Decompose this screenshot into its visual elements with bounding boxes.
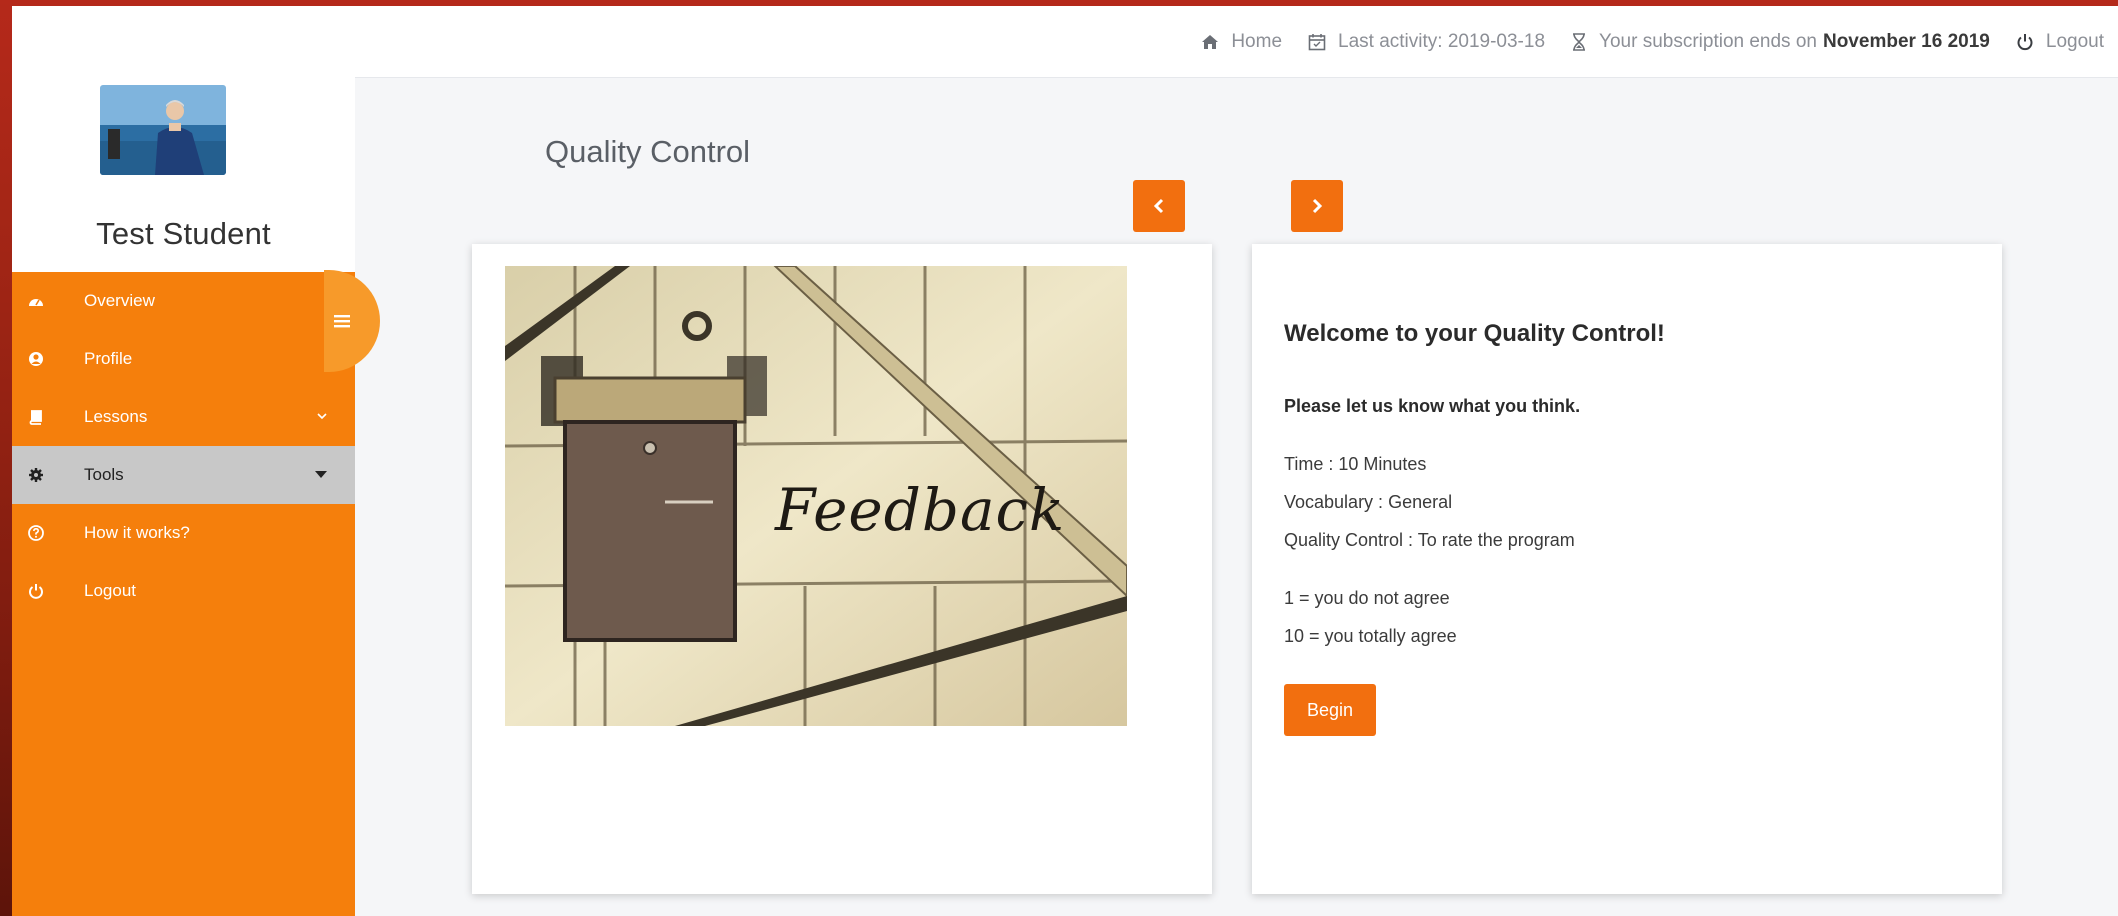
sidebar-menu: Overview Profile Lessons Tools How it wo… xyxy=(12,272,355,916)
begin-button[interactable]: Begin xyxy=(1284,684,1376,736)
info-time: Time : 10 Minutes xyxy=(1284,454,1427,474)
last-activity: Last activity: 2019-03-18 xyxy=(1308,31,1545,53)
sidebar-item-label: Tools xyxy=(84,465,124,484)
home-icon xyxy=(1202,34,1219,49)
scale-high: 10 = you totally agree xyxy=(1284,626,1457,646)
home-label: Home xyxy=(1231,30,1283,52)
intro-text: Please let us know what you think. xyxy=(1284,396,1581,416)
question-icon xyxy=(26,523,46,543)
sidebar-item-how-it-works[interactable]: How it works? xyxy=(12,504,355,562)
previous-button[interactable] xyxy=(1133,180,1185,232)
topbar-logout-link[interactable]: Logout xyxy=(2016,31,2104,53)
app-window: Home Last activity: 2019-03-18 Your subs… xyxy=(12,6,2118,916)
subscription-info: Your subscription ends on November 16 20… xyxy=(1571,31,1990,53)
topbar-logout-label: Logout xyxy=(2045,30,2104,52)
next-button[interactable] xyxy=(1291,180,1343,232)
profile-area: Test Student xyxy=(12,6,355,272)
sidebar-item-tools[interactable]: Tools xyxy=(12,446,355,504)
student-name: Test Student xyxy=(96,216,271,251)
last-activity-text: Last activity: 2019-03-18 xyxy=(1338,30,1546,52)
feedback-image: Feedback xyxy=(505,266,1127,726)
sidebar-item-label: How it works? xyxy=(84,523,190,542)
calendar-icon xyxy=(1308,33,1326,50)
sidebar-item-label: Overview xyxy=(84,291,155,310)
sidebar-item-label: Lessons xyxy=(84,407,148,426)
gear-icon xyxy=(26,465,46,485)
subscription-date: November 16 2019 xyxy=(1822,30,1990,52)
home-link[interactable]: Home xyxy=(1201,31,1282,53)
subscription-prefix: Your subscription ends on xyxy=(1599,30,1817,52)
feedback-image-text: Feedback xyxy=(775,476,1066,544)
sidebar-toggle-button[interactable] xyxy=(324,270,380,372)
info-vocabulary: Vocabulary : General xyxy=(1284,492,1453,512)
sidebar-item-profile[interactable]: Profile xyxy=(12,330,355,388)
avatar[interactable] xyxy=(100,85,226,175)
hourglass-icon xyxy=(1573,32,1586,51)
page-title: Quality Control xyxy=(545,134,751,169)
quiz-info-card: Welcome to your Quality Control! Please … xyxy=(1252,244,2002,894)
chevron-left-icon xyxy=(1153,198,1164,214)
image-card: Feedback xyxy=(472,244,1212,894)
scale-low: 1 = you do not agree xyxy=(1284,588,1450,608)
sidebar-item-label: Profile xyxy=(84,349,133,368)
chevron-right-icon xyxy=(1312,198,1323,214)
book-icon xyxy=(26,407,46,427)
power-icon xyxy=(2017,33,2033,50)
caret-down-icon xyxy=(315,471,327,478)
sidebar-item-label: Logout xyxy=(84,581,136,600)
sidebar-item-lessons[interactable]: Lessons xyxy=(12,388,355,446)
sidebar-item-overview[interactable]: Overview xyxy=(12,272,355,330)
sidebar: Test Student Overview Profile Lessons To… xyxy=(12,6,355,916)
info-quality-control: Quality Control : To rate the program xyxy=(1284,530,1575,550)
power-icon xyxy=(26,581,46,601)
hamburger-icon xyxy=(334,315,350,328)
sidebar-item-logout[interactable]: Logout xyxy=(12,562,355,620)
welcome-heading: Welcome to your Quality Control! xyxy=(1284,320,1665,347)
user-circle-icon xyxy=(26,349,46,369)
dashboard-icon xyxy=(26,291,46,311)
chevron-down-icon xyxy=(317,413,327,420)
